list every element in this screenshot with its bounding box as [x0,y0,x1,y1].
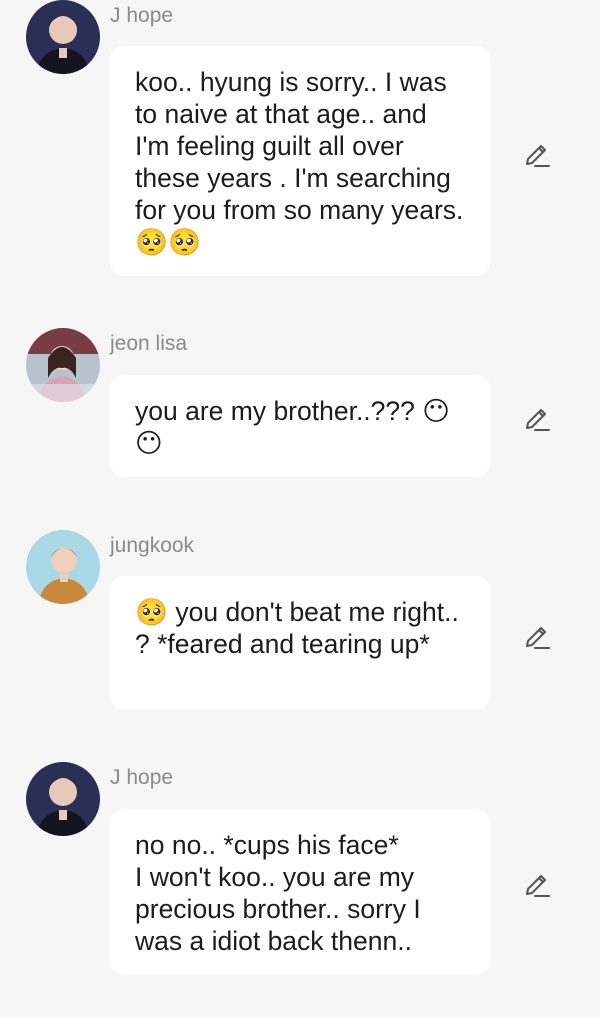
avatar-jungkook[interactable] [26,530,100,604]
message-bubble: no no.. *cups his face* I won't koo.. yo… [110,809,490,975]
message-bubble: 🥺 you don't beat me right.. ? *feared an… [110,576,490,710]
message-bubble: you are my brother..??? 😶 😶 [110,375,490,477]
pencil-icon[interactable] [522,869,552,899]
chat-thread: J hope koo.. hyung is sorry.. I was to n… [0,0,600,1018]
author-name: jungkook [110,534,195,557]
pencil-icon[interactable] [522,139,552,169]
author-name: jeon lisa [110,332,188,355]
avatar-jhope[interactable] [26,0,100,74]
avatar-jhope[interactable] [26,762,100,836]
author-name: J hope [110,766,174,789]
message-bubble: koo.. hyung is sorry.. I was to naive at… [110,46,490,276]
pencil-icon[interactable] [522,621,552,651]
pencil-icon[interactable] [522,403,552,433]
author-name: J hope [110,4,174,27]
avatar-lisa[interactable] [26,328,100,402]
